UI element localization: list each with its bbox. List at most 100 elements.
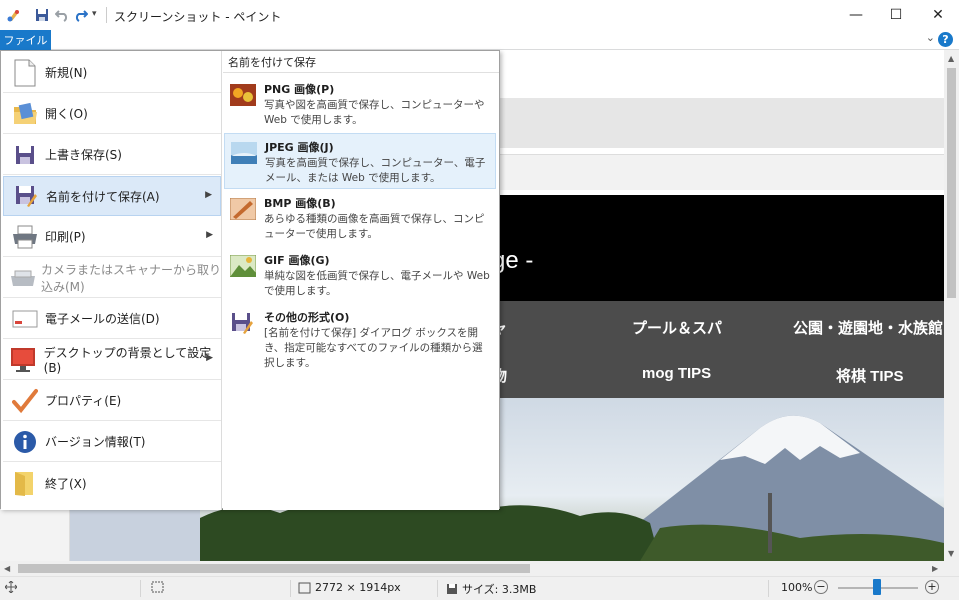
undo-icon[interactable]: [54, 8, 71, 24]
menu-item-label: 印刷(P): [45, 230, 86, 244]
save-as-submenu: 名前を付けて保存 PNG 画像(P) 写真や図を高画質で保存し、コンピューターや…: [223, 51, 499, 510]
horizontal-scroll-thumb[interactable]: [18, 564, 530, 573]
save-as-icon: [10, 180, 42, 212]
menu-item-print[interactable]: 印刷(P) ▶: [3, 217, 221, 257]
save-quick-icon[interactable]: [35, 8, 51, 24]
save-as-gif[interactable]: GIF 画像(G) 単純な図を低画質で保存し、電子メールや Web で使用します…: [224, 247, 496, 303]
title-bar: ▾ スクリーンショット - ペイント — ☐ ✕: [0, 0, 959, 30]
file-tab[interactable]: ファイル: [0, 30, 51, 50]
image-nav-item: 将棋 TIPS: [836, 368, 904, 385]
scroll-right-icon[interactable]: ▶: [932, 564, 938, 573]
status-separator: [140, 580, 141, 597]
scroll-up-icon[interactable]: ▲: [948, 54, 954, 63]
scroll-down-icon[interactable]: ▼: [948, 549, 954, 558]
vertical-scroll-thumb[interactable]: [947, 68, 956, 298]
printer-icon: [9, 221, 41, 253]
title-separator: [106, 7, 107, 23]
menu-item-label: バージョン情報(T): [45, 435, 146, 449]
image-nav-item: プール＆スパ: [632, 320, 723, 337]
scroll-corner: [944, 561, 959, 576]
close-button[interactable]: ✕: [915, 0, 959, 30]
image-dimensions-icon: [298, 582, 311, 593]
selection-size-icon: [151, 581, 164, 593]
menu-item-new[interactable]: 新規(N): [3, 53, 221, 93]
menu-item-label: 終了(X): [45, 476, 87, 491]
submenu-item-title: BMP 画像(B): [264, 197, 336, 210]
save-as-other-formats[interactable]: その他の形式(O) [名前を付けて保存] ダイアログ ボックスを開き、指定可能な…: [224, 304, 496, 369]
save-as-jpeg[interactable]: JPEG 画像(J) 写真を高画質で保存し、コンピューター、電子メール、または …: [224, 133, 496, 189]
submenu-item-description: あらゆる種類の画像を高画質で保存し、コンピューターで使用します。: [264, 213, 485, 240]
customize-quick-access-icon[interactable]: ▾: [92, 9, 97, 19]
gif-image-icon: [229, 254, 257, 278]
scroll-left-icon[interactable]: ◀: [4, 564, 10, 573]
paint-app-icon[interactable]: [6, 7, 22, 23]
menu-item-open[interactable]: 開く(O): [3, 94, 221, 134]
submenu-item-description: 写真を高画質で保存し、コンピューター、電子メール、または Web で使用します。: [265, 157, 486, 184]
zoom-out-button[interactable]: −: [814, 580, 828, 594]
save-icon: [9, 139, 41, 171]
menu-item-label: 開く(O): [45, 107, 88, 121]
redo-icon[interactable]: [74, 8, 90, 24]
menu-item-label: 新規(N): [45, 66, 88, 80]
ribbon-bar: [0, 30, 959, 50]
window-title: スクリーンショット - ペイント: [114, 10, 282, 24]
email-icon: [9, 303, 41, 335]
submenu-item-description: [名前を付けて保存] ダイアログ ボックスを開き、指定可能なすべてのファイルの種…: [264, 327, 483, 369]
submenu-header: 名前を付けて保存: [223, 51, 499, 73]
horizontal-scrollbar[interactable]: ◀ ▶: [0, 561, 944, 576]
menu-item-send-email[interactable]: 電子メールの送信(D): [3, 299, 221, 339]
image-dimensions: 2772 × 1914px: [298, 581, 401, 594]
file-size: サイズ: 3.3MB: [446, 581, 536, 597]
new-document-icon: [9, 57, 41, 89]
desktop-background-icon: [9, 344, 40, 376]
jpeg-image-icon: [231, 142, 257, 164]
file-menu: 新規(N) 開く(O) 上書き保存(S) 名前を付けて保存(A) ▶ 印刷(P)…: [0, 50, 500, 510]
menu-item-from-scanner[interactable]: カメラまたはスキャナーから取り込み(M): [3, 258, 221, 298]
menu-item-label: カメラまたはスキャナーから取り込み(M): [41, 262, 222, 294]
png-image-icon: [230, 84, 256, 106]
submenu-item-title: その他の形式(O): [264, 311, 350, 324]
save-as-bmp[interactable]: BMP 画像(B) あらゆる種類の画像を高画質で保存し、コンピューターで使用しま…: [224, 190, 496, 246]
menu-item-label: 上書き保存(S): [45, 148, 122, 162]
submenu-item-title: JPEG 画像(J): [265, 141, 334, 154]
info-icon: [9, 426, 41, 458]
menu-item-about[interactable]: バージョン情報(T): [3, 422, 221, 462]
image-dimensions-text: 2772 × 1914px: [315, 581, 401, 594]
submenu-arrow-icon: ▶: [205, 190, 212, 200]
menu-item-properties[interactable]: プロパティ(E): [3, 381, 221, 421]
submenu-item-description: 単純な図を低画質で保存し、電子メールや Web で使用します。: [264, 270, 490, 297]
submenu-item-title: PNG 画像(P): [264, 83, 335, 96]
cursor-position-icon: [5, 581, 17, 593]
file-menu-commands: 新規(N) 開く(O) 上書き保存(S) 名前を付けて保存(A) ▶ 印刷(P)…: [1, 51, 222, 510]
save-as-png[interactable]: PNG 画像(P) 写真や図を高画質で保存し、コンピューターや Web で使用し…: [224, 76, 496, 132]
properties-check-icon: [9, 385, 41, 417]
zoom-slider-thumb[interactable]: [873, 579, 881, 595]
disk-icon: [447, 584, 457, 594]
menu-item-label: 名前を付けて保存(A): [46, 189, 160, 204]
menu-item-label: プロパティ(E): [45, 394, 122, 408]
zoom-in-button[interactable]: +: [925, 580, 939, 594]
vertical-scrollbar[interactable]: ▲ ▼: [944, 50, 959, 561]
help-icon[interactable]: ?: [938, 32, 953, 47]
image-nav-item: mog TIPS: [642, 365, 712, 382]
status-separator: [768, 580, 769, 597]
image-nav-item: 公園・遊園地・水族館: [793, 320, 944, 337]
menu-item-save[interactable]: 上書き保存(S): [3, 135, 221, 175]
menu-item-label: 電子メールの送信(D): [45, 312, 160, 326]
menu-item-save-as[interactable]: 名前を付けて保存(A) ▶: [3, 176, 221, 216]
menu-item-exit[interactable]: 終了(X): [3, 463, 221, 503]
submenu-arrow-icon: ▶: [206, 353, 213, 363]
open-folder-icon: [9, 98, 41, 130]
menu-item-set-desktop-background[interactable]: デスクトップの背景として設定(B) ▶: [3, 340, 221, 380]
bmp-image-icon: [229, 197, 257, 221]
exit-icon: [9, 467, 41, 499]
zoom-level-text: 100%: [781, 581, 813, 594]
status-separator: [290, 580, 291, 597]
submenu-arrow-icon: ▶: [206, 230, 213, 240]
other-formats-icon: [230, 312, 256, 334]
status-separator: [437, 580, 438, 597]
submenu-item-description: 写真や図を高画質で保存し、コンピューターや Web で使用します。: [264, 99, 485, 126]
maximize-button[interactable]: ☐: [873, 0, 919, 30]
ribbon-collapse-icon[interactable]: ⌄: [926, 31, 935, 44]
status-bar: 2772 × 1914px サイズ: 3.3MB 100% − +: [0, 576, 959, 600]
